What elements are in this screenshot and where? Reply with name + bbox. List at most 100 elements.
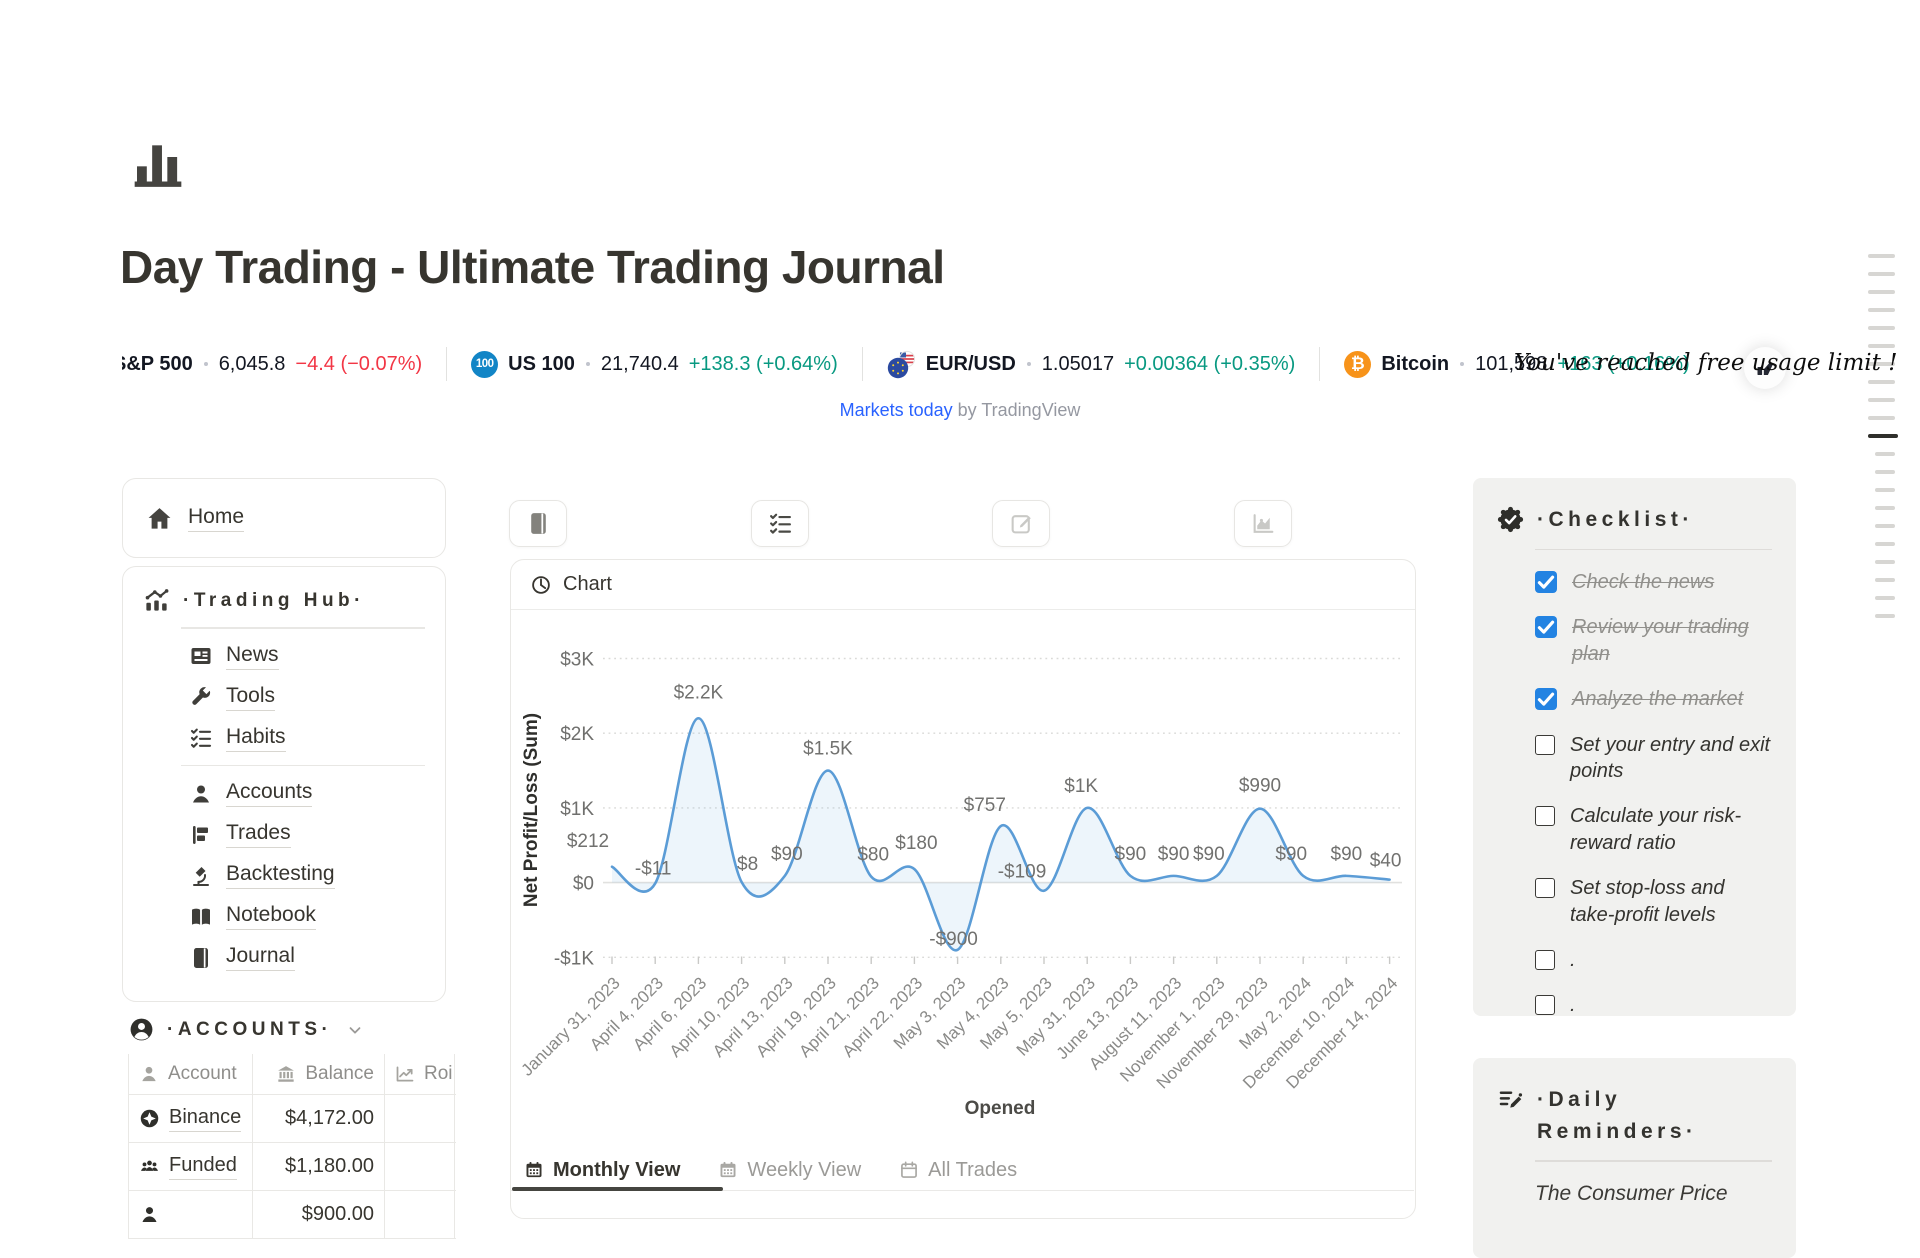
data-label: $990 — [1239, 776, 1281, 797]
outline-dash[interactable] — [1868, 254, 1895, 258]
profit-loss-chart: $3K$2K$1K$0-$1KJanuary 31, 2023April 4, … — [510, 610, 1416, 1170]
toolbar-button-book[interactable] — [509, 500, 567, 547]
checklist-header: ·Checklist· — [1497, 504, 1772, 536]
outline-dash[interactable] — [1875, 524, 1895, 528]
checkbox-checked[interactable] — [1535, 688, 1557, 710]
sidebar-item-backtesting[interactable]: Backtesting — [189, 862, 425, 889]
checklist-item-label: Review your trading plan — [1572, 614, 1772, 667]
outline-dash[interactable] — [1868, 380, 1895, 384]
data-label: -$11 — [635, 858, 672, 879]
outline-dash[interactable] — [1875, 452, 1895, 456]
checkbox-unchecked[interactable] — [1535, 735, 1555, 755]
account-name-link[interactable]: Binance — [169, 1106, 241, 1132]
toolbar-button-checklist[interactable] — [751, 500, 809, 547]
checklist-item-label: Set your entry and exit points — [1570, 732, 1772, 785]
outline-dash[interactable] — [1875, 578, 1895, 582]
outline-dash[interactable] — [1875, 614, 1895, 618]
sidebar-item-news[interactable]: News — [189, 643, 425, 670]
clock-icon — [530, 574, 552, 596]
balance-cell: $1,180.00 — [253, 1143, 385, 1190]
sidebar-item-notebook[interactable]: Notebook — [189, 903, 425, 930]
checkbox-unchecked[interactable] — [1535, 995, 1555, 1015]
accounts-section-header[interactable]: ·ACCOUNTS· — [128, 1016, 364, 1043]
outline-dash[interactable] — [1868, 344, 1895, 348]
outline-dash[interactable] — [1875, 470, 1895, 474]
tab-monthly-view[interactable]: Monthly View — [524, 1159, 680, 1182]
outline-dash[interactable] — [1868, 308, 1895, 312]
checkbox-checked[interactable] — [1535, 616, 1557, 638]
sidebar-item-habits[interactable]: Habits — [189, 725, 425, 752]
checklist-items: Check the newsReview your trading planAn… — [1535, 569, 1772, 1016]
tab-all-trades[interactable]: All Trades — [899, 1159, 1017, 1182]
outline-dash[interactable] — [1868, 416, 1895, 420]
outline-dash[interactable] — [1868, 290, 1895, 294]
daily-reminders-header: ·Daily Reminders· — [1497, 1084, 1772, 1147]
sidebar-item-tools[interactable]: Tools — [189, 684, 425, 711]
hub-group: Accounts Trades Backtesting Notebook Journal — [189, 780, 425, 971]
toolbar-button-compose[interactable] — [992, 500, 1050, 547]
account-cell[interactable]: Funded — [129, 1143, 253, 1190]
daily-reminders-title: ·Daily Reminders· — [1537, 1084, 1772, 1147]
person-icon — [139, 1064, 159, 1084]
outline-dash[interactable] — [1875, 542, 1895, 546]
checkbox-checked[interactable] — [1535, 571, 1557, 593]
toolbar-button-area-chart[interactable] — [1234, 500, 1292, 547]
roi-cell — [385, 1143, 455, 1190]
data-label: $80 — [857, 845, 889, 866]
checklist-item: Review your trading plan — [1535, 614, 1772, 667]
roi-column-header[interactable]: Roi — [385, 1054, 455, 1094]
tab-weekly-view[interactable]: Weekly View — [718, 1159, 861, 1182]
ticker-separator-dot — [1460, 362, 1464, 366]
sidebar-item-trades[interactable]: Trades — [189, 821, 425, 848]
ticker-item-eur-usd[interactable]: EUR/USD1.05017+0.00364 (+0.35%) — [887, 350, 1296, 379]
data-label: $1K — [1064, 776, 1098, 797]
ticker-item-us-100[interactable]: 100US 10021,740.4+138.3 (+0.64%) — [471, 351, 838, 378]
ticker-item-s-p-500[interactable]: S&P 5006,045.8−4.4 (−0.07%) — [122, 353, 422, 376]
data-label: $90 — [771, 844, 803, 865]
sidebar-item-home[interactable]: Home — [188, 505, 244, 532]
divider — [1535, 549, 1772, 551]
table-row-item[interactable]: $900.00 — [129, 1191, 456, 1239]
outline-dash[interactable] — [1868, 272, 1895, 276]
outline-dash[interactable] — [1868, 434, 1898, 438]
data-label: $2.2K — [674, 682, 724, 703]
tab-label: Weekly View — [747, 1159, 861, 1182]
roi-cell — [385, 1095, 455, 1142]
outline-dash[interactable] — [1875, 488, 1895, 492]
checklist-item-label: . — [1570, 947, 1576, 973]
balance-column-header[interactable]: Balance — [253, 1054, 385, 1094]
y-tick-label: -$1K — [554, 948, 594, 969]
outline-dash[interactable] — [1875, 506, 1895, 510]
account-column-header[interactable]: Account — [129, 1054, 253, 1094]
sidebar-item-accounts[interactable]: Accounts — [189, 780, 425, 807]
book-icon — [189, 946, 213, 970]
outline-dash[interactable] — [1875, 596, 1895, 600]
table-row-binance[interactable]: Binance$4,172.00 — [129, 1095, 456, 1143]
account-cell[interactable]: Binance — [129, 1095, 253, 1142]
outline-dash[interactable] — [1868, 326, 1895, 330]
sidebar-item-label: News — [226, 643, 279, 670]
data-label: $90 — [1275, 844, 1307, 865]
checkbox-unchecked[interactable] — [1535, 878, 1555, 898]
sidebar-item-journal[interactable]: Journal — [189, 944, 425, 971]
account-name-link[interactable]: Funded — [169, 1154, 237, 1180]
accounts-title: ·ACCOUNTS· — [167, 1019, 332, 1041]
chevron-down-icon[interactable] — [346, 1021, 364, 1039]
outline-dash[interactable] — [1868, 398, 1895, 402]
chart-section-header: Chart — [511, 560, 1415, 610]
sidebar-item-label: Accounts — [226, 780, 312, 807]
y-tick-label: $0 — [573, 874, 594, 895]
eurusd-flags-icon — [887, 350, 916, 379]
data-label: $90 — [1331, 844, 1363, 865]
account-cell[interactable] — [129, 1191, 253, 1238]
data-label: $1.5K — [803, 739, 853, 760]
table-row-funded[interactable]: Funded $1,180.00 — [129, 1143, 456, 1191]
y-tick-label: $2K — [560, 724, 594, 745]
data-label: $90 — [1193, 844, 1225, 865]
checkbox-unchecked[interactable] — [1535, 950, 1555, 970]
outline-dash[interactable] — [1875, 560, 1895, 564]
checkbox-unchecked[interactable] — [1535, 806, 1555, 826]
microscope-icon — [189, 864, 213, 888]
markets-today-link[interactable]: Markets today — [840, 400, 953, 420]
ticker-value: 6,045.8 — [219, 353, 286, 376]
